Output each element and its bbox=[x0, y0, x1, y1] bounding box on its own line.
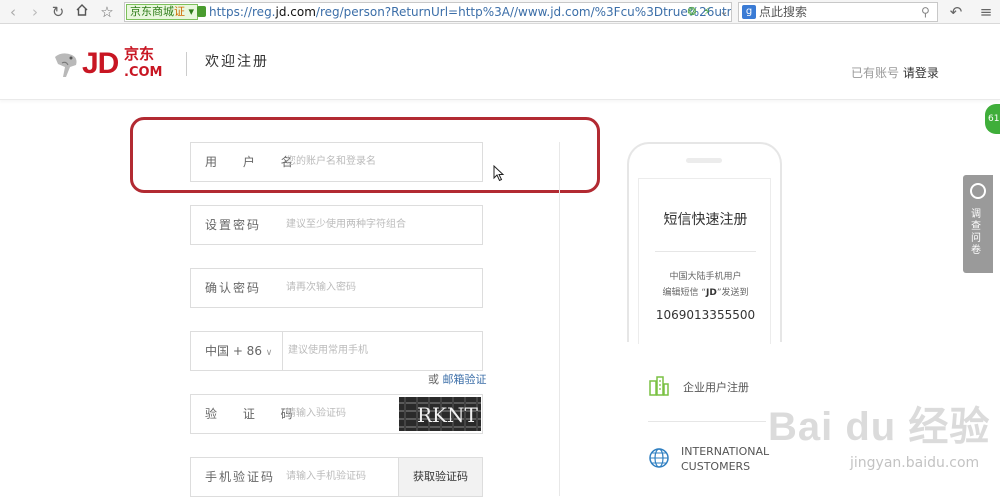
url-text[interactable]: https://reg.jd.com/reg/person?ReturnUrl=… bbox=[209, 3, 731, 21]
country-code-value: 中国 + 86 bbox=[205, 344, 262, 358]
enterprise-register-label: 企业用户注册 bbox=[683, 381, 749, 394]
search-placeholder: 点此搜索 bbox=[759, 5, 808, 19]
sms-register-panel: 短信快速注册 中国大陆手机用户 编辑短信 “JD”发送到 10690133555… bbox=[627, 142, 782, 344]
address-bar[interactable]: 京东商城证 ▾ https://reg.jd.com/reg/person?Re… bbox=[124, 2, 732, 22]
phone-speaker bbox=[686, 158, 722, 163]
phone-field[interactable]: 中国 + 86 ∨ 建议使用常用手机 bbox=[190, 331, 483, 371]
mouse-cursor-icon bbox=[493, 165, 505, 182]
browser-toolbar: ‹ › ↻ ☆ 京东商城证 ▾ https://reg.jd.com/reg/p… bbox=[0, 0, 1000, 24]
side-divider bbox=[648, 421, 766, 422]
header-divider bbox=[186, 52, 187, 76]
undo-icon[interactable]: ↶ bbox=[946, 2, 966, 22]
jd-logo[interactable]: JD 京东 .COM bbox=[52, 43, 172, 87]
sms-register-title: 短信快速注册 bbox=[663, 212, 748, 228]
logo-domain: .COM bbox=[124, 65, 163, 80]
login-prompt: 已有账号 请登录 bbox=[851, 65, 939, 81]
lock-icon bbox=[197, 6, 206, 17]
get-sms-code-button[interactable]: 获取验证码 bbox=[398, 458, 482, 496]
captcha-input[interactable]: 请输入验证码 bbox=[286, 395, 346, 433]
logo-text: JD bbox=[82, 47, 119, 80]
annotation-highlight bbox=[130, 117, 600, 193]
search-icon[interactable]: ⚲ bbox=[921, 3, 930, 21]
home-icon[interactable] bbox=[72, 2, 92, 22]
sms-code-label: 手机验证码 bbox=[205, 470, 276, 484]
or-text: 或 bbox=[428, 373, 439, 386]
confirm-password-input[interactable]: 请再次输入密码 bbox=[286, 269, 356, 307]
back-icon[interactable]: ‹ bbox=[3, 2, 23, 22]
sms-code-field[interactable]: 手机验证码 请输入手机验证码 获取验证码 bbox=[190, 457, 483, 497]
email-verify-line: 或 邮箱验证 bbox=[428, 373, 487, 387]
survey-icon bbox=[970, 183, 986, 199]
sms-divider bbox=[655, 251, 756, 252]
reload-icon[interactable]: ↻ bbox=[48, 2, 68, 22]
captcha-image[interactable]: RKNT bbox=[399, 397, 481, 431]
password-field[interactable]: 设置密码 建议至少使用两种字符组合 bbox=[190, 205, 483, 245]
menu-icon[interactable]: ≡ bbox=[976, 2, 996, 22]
have-account-text: 已有账号 bbox=[851, 66, 900, 80]
international-label-1: INTERNATIONAL bbox=[681, 445, 770, 458]
bookmark-star-icon[interactable]: ☆ bbox=[97, 2, 117, 22]
country-divider bbox=[282, 331, 283, 371]
survey-tab[interactable]: 调查问卷 bbox=[963, 175, 993, 273]
site-identity-badge[interactable]: 京东商城证 ▾ bbox=[126, 4, 199, 20]
chevron-down-icon: ∨ bbox=[265, 348, 273, 358]
phone-screen: 短信快速注册 中国大陆手机用户 编辑短信 “JD”发送到 10690133555… bbox=[638, 178, 771, 344]
captcha-field[interactable]: 验 证 码 请输入验证码 RKNT bbox=[190, 394, 483, 434]
page-header: JD 京东 .COM 欢迎注册 已有账号 请登录 bbox=[0, 25, 1000, 100]
jd-dog-icon bbox=[55, 53, 77, 77]
building-icon bbox=[649, 376, 669, 396]
logo-chinese: 京东 bbox=[124, 45, 155, 63]
login-link[interactable]: 请登录 bbox=[903, 66, 939, 80]
security-check-icon[interactable]: ❂ bbox=[685, 5, 699, 19]
confirm-password-label: 确认密码 bbox=[205, 281, 262, 295]
baidu-watermark: Bai du 经验 bbox=[768, 405, 991, 449]
globe-icon bbox=[649, 448, 669, 468]
sms-instruction-1: 中国大陆手机用户 bbox=[669, 272, 742, 282]
dropdown-chevron-icon[interactable]: ⌄ bbox=[717, 5, 731, 19]
floating-badge[interactable]: 61 bbox=[985, 104, 1000, 134]
browser-search-box[interactable]: g 点此搜索 ⚲ bbox=[738, 2, 938, 22]
phone-input[interactable]: 建议使用常用手机 bbox=[288, 332, 368, 370]
lightning-icon[interactable]: ⚡ bbox=[700, 5, 714, 19]
survey-label: 调查问卷 bbox=[971, 209, 981, 256]
forward-icon[interactable]: › bbox=[25, 2, 45, 22]
column-divider bbox=[559, 142, 560, 496]
confirm-password-field[interactable]: 确认密码 请再次输入密码 bbox=[190, 268, 483, 308]
international-label-2: CUSTOMERS bbox=[681, 460, 751, 473]
password-input[interactable]: 建议至少使用两种字符组合 bbox=[286, 206, 406, 244]
svg-text:RKNT: RKNT bbox=[417, 403, 479, 427]
sms-number: 1069013355500 bbox=[655, 308, 756, 322]
baidu-watermark-url: jingyan.baidu.com bbox=[850, 455, 980, 471]
sms-instruction-2: 编辑短信 “JD”发送到 bbox=[662, 288, 749, 298]
page-title: 欢迎注册 bbox=[205, 54, 269, 70]
country-code-select[interactable]: 中国 + 86 ∨ bbox=[205, 332, 272, 372]
search-engine-icon[interactable]: g bbox=[742, 5, 756, 19]
email-verify-link[interactable]: 邮箱验证 bbox=[443, 373, 487, 386]
sms-code-input[interactable]: 请输入手机验证码 bbox=[286, 458, 366, 496]
password-label: 设置密码 bbox=[205, 218, 262, 232]
